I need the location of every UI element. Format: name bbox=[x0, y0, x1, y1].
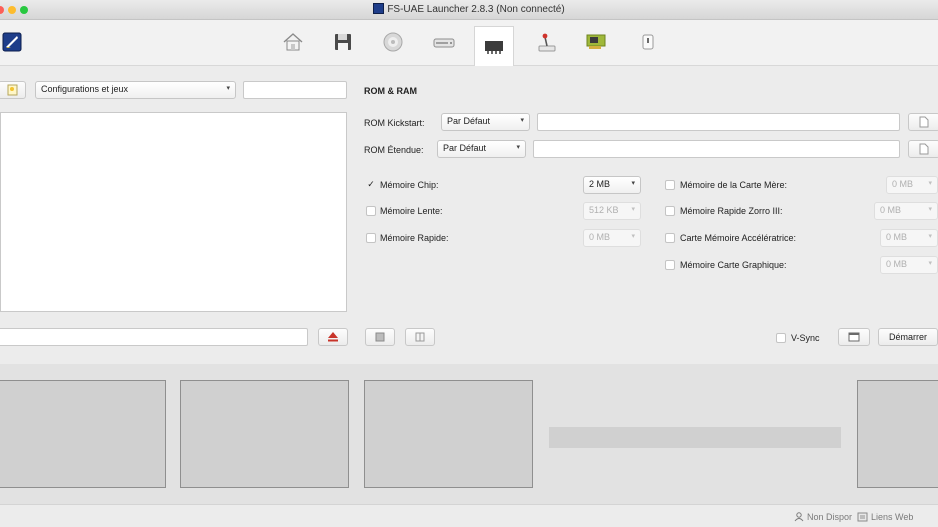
joystick-icon[interactable] bbox=[533, 29, 561, 55]
screenshots-area bbox=[0, 364, 938, 504]
fast-memory-label: Mémoire Rapide: bbox=[380, 233, 449, 243]
status-bar: Non Dispor Liens Web bbox=[0, 504, 938, 527]
kickstart-browse-button[interactable] bbox=[908, 113, 938, 131]
extended-rom-browse-button[interactable] bbox=[908, 140, 938, 158]
chip-memory-label: Mémoire Chip: bbox=[380, 180, 439, 190]
title-bar-placeholder bbox=[549, 427, 841, 448]
graphics-memory-label: Mémoire Carte Graphique: bbox=[680, 260, 787, 270]
extended-rom-file-input[interactable] bbox=[533, 140, 900, 158]
section-heading: ROM & RAM bbox=[364, 86, 417, 96]
layout-button[interactable] bbox=[405, 328, 435, 346]
search-input[interactable] bbox=[243, 81, 347, 99]
file-icon bbox=[919, 116, 929, 128]
motherboard-memory-select[interactable]: 0 MB ▾ bbox=[886, 176, 938, 194]
screenshot-tile[interactable] bbox=[364, 380, 533, 488]
fast-memory-checkbox[interactable] bbox=[366, 233, 376, 243]
network-status[interactable]: Non Dispor bbox=[807, 512, 852, 522]
screenshot-button[interactable] bbox=[365, 328, 395, 346]
chip-memory-value: 2 MB bbox=[589, 179, 611, 189]
kickstart-label: ROM Kickstart: bbox=[364, 118, 425, 128]
vsync-checkbox[interactable] bbox=[776, 333, 786, 343]
hard-drive-icon[interactable] bbox=[430, 29, 458, 55]
motherboard-memory-checkbox[interactable] bbox=[665, 180, 675, 190]
graphics-memory-checkbox[interactable] bbox=[665, 260, 675, 270]
fullscreen-button[interactable] bbox=[838, 328, 870, 346]
window-icon bbox=[848, 332, 860, 342]
category-select[interactable]: Configurations et jeux ▾ bbox=[35, 81, 236, 99]
zorro3-memory-label: Mémoire Rapide Zorro III: bbox=[680, 206, 783, 216]
start-button[interactable]: Démarrer bbox=[878, 328, 938, 346]
memory-icon[interactable] bbox=[474, 26, 514, 66]
kickstart-select-value: Par Défaut bbox=[447, 116, 491, 126]
cd-icon[interactable] bbox=[379, 29, 407, 55]
web-links[interactable]: Liens Web bbox=[871, 512, 913, 522]
chevron-down-icon: ▾ bbox=[516, 144, 520, 151]
graphics-memory-value: 0 MB bbox=[886, 259, 908, 269]
zorro3-memory-checkbox[interactable] bbox=[665, 206, 675, 216]
file-path-input[interactable] bbox=[0, 328, 308, 346]
chevron-down-icon: ▾ bbox=[928, 180, 932, 187]
config-list[interactable] bbox=[0, 112, 347, 312]
floppy-icon[interactable] bbox=[329, 29, 357, 55]
category-select-value: Configurations et jeux bbox=[41, 84, 129, 94]
columns-icon bbox=[415, 332, 425, 342]
accelerator-memory-label: Carte Mémoire Accélératrice: bbox=[680, 233, 797, 243]
chevron-down-icon: ▾ bbox=[520, 117, 524, 124]
kickstart-select[interactable]: Par Défaut ▾ bbox=[441, 113, 530, 131]
new-config-button[interactable] bbox=[0, 81, 26, 99]
input-icon[interactable] bbox=[634, 29, 662, 55]
screenshot-tile[interactable] bbox=[0, 380, 166, 488]
fs-uae-logo-icon[interactable] bbox=[2, 32, 22, 52]
screenshot-tile[interactable] bbox=[180, 380, 349, 488]
file-icon bbox=[919, 143, 929, 155]
window-title-text: FS-UAE Launcher 2.8.3 (Non connecté) bbox=[387, 4, 565, 15]
vsync-label: V-Sync bbox=[791, 333, 820, 343]
motherboard-memory-value: 0 MB bbox=[892, 179, 914, 189]
chevron-down-icon: ▾ bbox=[631, 233, 635, 240]
slow-memory-select[interactable]: 512 KB ▾ bbox=[583, 202, 641, 220]
accelerator-memory-select[interactable]: 0 MB ▾ bbox=[880, 229, 938, 247]
slow-memory-checkbox[interactable] bbox=[366, 206, 376, 216]
chevron-down-icon: ▾ bbox=[928, 260, 932, 267]
accelerator-memory-value: 0 MB bbox=[886, 232, 908, 242]
motherboard-memory-label: Mémoire de la Carte Mère: bbox=[680, 180, 788, 190]
chevron-down-icon: ▾ bbox=[631, 206, 635, 213]
kickstart-file-input[interactable] bbox=[537, 113, 900, 131]
chevron-down-icon: ▾ bbox=[928, 233, 932, 240]
eject-icon bbox=[328, 332, 338, 342]
extended-rom-label: ROM Étendue: bbox=[364, 145, 424, 155]
graphics-memory-select[interactable]: 0 MB ▾ bbox=[880, 256, 938, 274]
window-title: FS-UAE Launcher 2.8.3 (Non connecté) bbox=[0, 3, 938, 15]
grid-icon bbox=[375, 332, 385, 342]
chip-memory-select[interactable]: 2 MB ▾ bbox=[583, 176, 641, 194]
eject-button[interactable] bbox=[318, 328, 348, 346]
chevron-down-icon: ▾ bbox=[928, 206, 932, 213]
title-bar: FS-UAE Launcher 2.8.3 (Non connecté) bbox=[0, 0, 938, 20]
cover-tile[interactable] bbox=[857, 380, 938, 488]
chevron-down-icon: ▾ bbox=[226, 85, 230, 92]
app-icon bbox=[373, 3, 385, 14]
zorro3-memory-value: 0 MB bbox=[880, 205, 902, 215]
slow-memory-value: 512 KB bbox=[589, 205, 619, 215]
user-icon bbox=[794, 512, 804, 524]
extended-rom-select-value: Par Défaut bbox=[443, 143, 487, 153]
lightbulb-icon bbox=[7, 84, 18, 96]
chip-memory-checkbox[interactable]: ✓ bbox=[366, 180, 376, 190]
fast-memory-select[interactable]: 0 MB ▾ bbox=[583, 229, 641, 247]
zorro3-memory-select[interactable]: 0 MB ▾ bbox=[874, 202, 938, 220]
slow-memory-label: Mémoire Lente: bbox=[380, 206, 443, 216]
fast-memory-value: 0 MB bbox=[589, 232, 611, 242]
main-toolbar bbox=[0, 20, 938, 66]
chevron-down-icon: ▾ bbox=[631, 180, 635, 187]
home-icon[interactable] bbox=[279, 29, 307, 55]
accelerator-memory-checkbox[interactable] bbox=[665, 233, 675, 243]
expansion-card-icon[interactable] bbox=[582, 29, 610, 55]
web-icon bbox=[857, 512, 868, 524]
extended-rom-select[interactable]: Par Défaut ▾ bbox=[437, 140, 526, 158]
